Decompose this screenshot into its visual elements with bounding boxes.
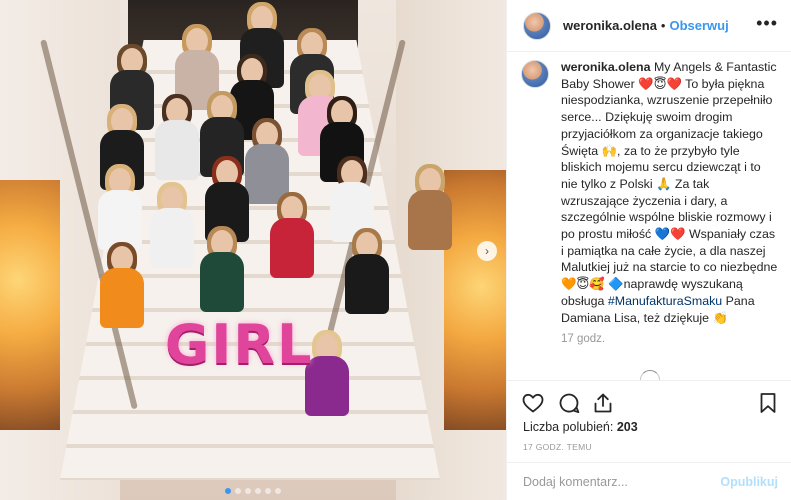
person — [245, 118, 289, 204]
carousel-dot — [255, 488, 261, 494]
girl-balloons: G I R L — [165, 310, 311, 380]
person — [270, 192, 314, 278]
loading-spinner-icon — [640, 370, 660, 380]
avatar[interactable] — [523, 11, 551, 40]
carousel-dot — [245, 488, 251, 494]
carousel-next-button[interactable]: › — [477, 241, 497, 261]
chevron-right-icon: › — [485, 244, 489, 258]
carousel-dot — [235, 488, 241, 494]
avatar[interactable] — [521, 60, 549, 88]
person — [345, 228, 389, 314]
carousel-dot — [225, 488, 231, 494]
heart-icon[interactable] — [521, 391, 545, 415]
comment-form: Opublikuj — [507, 462, 791, 500]
caption-section: weronika.olena My Angels & Fantastic Bab… — [507, 52, 791, 380]
person — [98, 164, 142, 250]
comment-icon[interactable] — [557, 391, 581, 415]
hashtag-link[interactable]: #ManufakturaSmaku — [608, 294, 722, 308]
carousel-dot — [275, 488, 281, 494]
balloon-letter: R — [233, 313, 276, 376]
follow-button[interactable]: Obserwuj — [669, 18, 728, 33]
carousel-dot — [265, 488, 271, 494]
balloon-letter: G — [165, 313, 210, 376]
likes-number: 203 — [616, 420, 638, 434]
header-username[interactable]: weronika.olena — [563, 18, 657, 33]
action-bar — [507, 380, 791, 422]
likes-count[interactable]: Liczba polubień: 203 — [523, 420, 638, 434]
person — [150, 182, 194, 268]
caption-time: 17 godz. — [561, 333, 606, 346]
caption-text: weronika.olena My Angels & Fantastic Bab… — [561, 59, 778, 326]
comment-input[interactable] — [523, 474, 721, 489]
carousel-indicator — [0, 488, 506, 494]
post-photo[interactable]: G I R L › — [0, 0, 506, 500]
likes-label: Liczba polubień: — [523, 420, 614, 434]
caption-username[interactable]: weronika.olena — [561, 60, 651, 74]
publish-button[interactable]: Opublikuj — [720, 475, 778, 489]
balloon-letter: L — [277, 313, 312, 376]
post-timestamp[interactable]: 17 GODZ. TEMU — [523, 442, 592, 452]
header-separator: • — [660, 18, 666, 33]
photo-fairy-lights-left — [0, 180, 60, 430]
share-icon[interactable] — [591, 391, 615, 415]
caption-row: weronika.olena My Angels & Fantastic Bab… — [507, 52, 791, 326]
person — [98, 242, 146, 332]
post-sidebar: weronika.olena • Obserwuj ••• weronika.o… — [506, 0, 791, 500]
bookmark-icon[interactable] — [756, 391, 780, 415]
balloon-letter: I — [211, 313, 232, 376]
person — [155, 94, 199, 180]
more-options-icon[interactable]: ••• — [756, 14, 778, 32]
person — [405, 164, 455, 258]
person — [200, 226, 244, 312]
post-header: weronika.olena • Obserwuj ••• — [507, 0, 791, 52]
caption-body: My Angels & Fantastic Baby Shower ❤️😇❤️ … — [561, 60, 778, 308]
